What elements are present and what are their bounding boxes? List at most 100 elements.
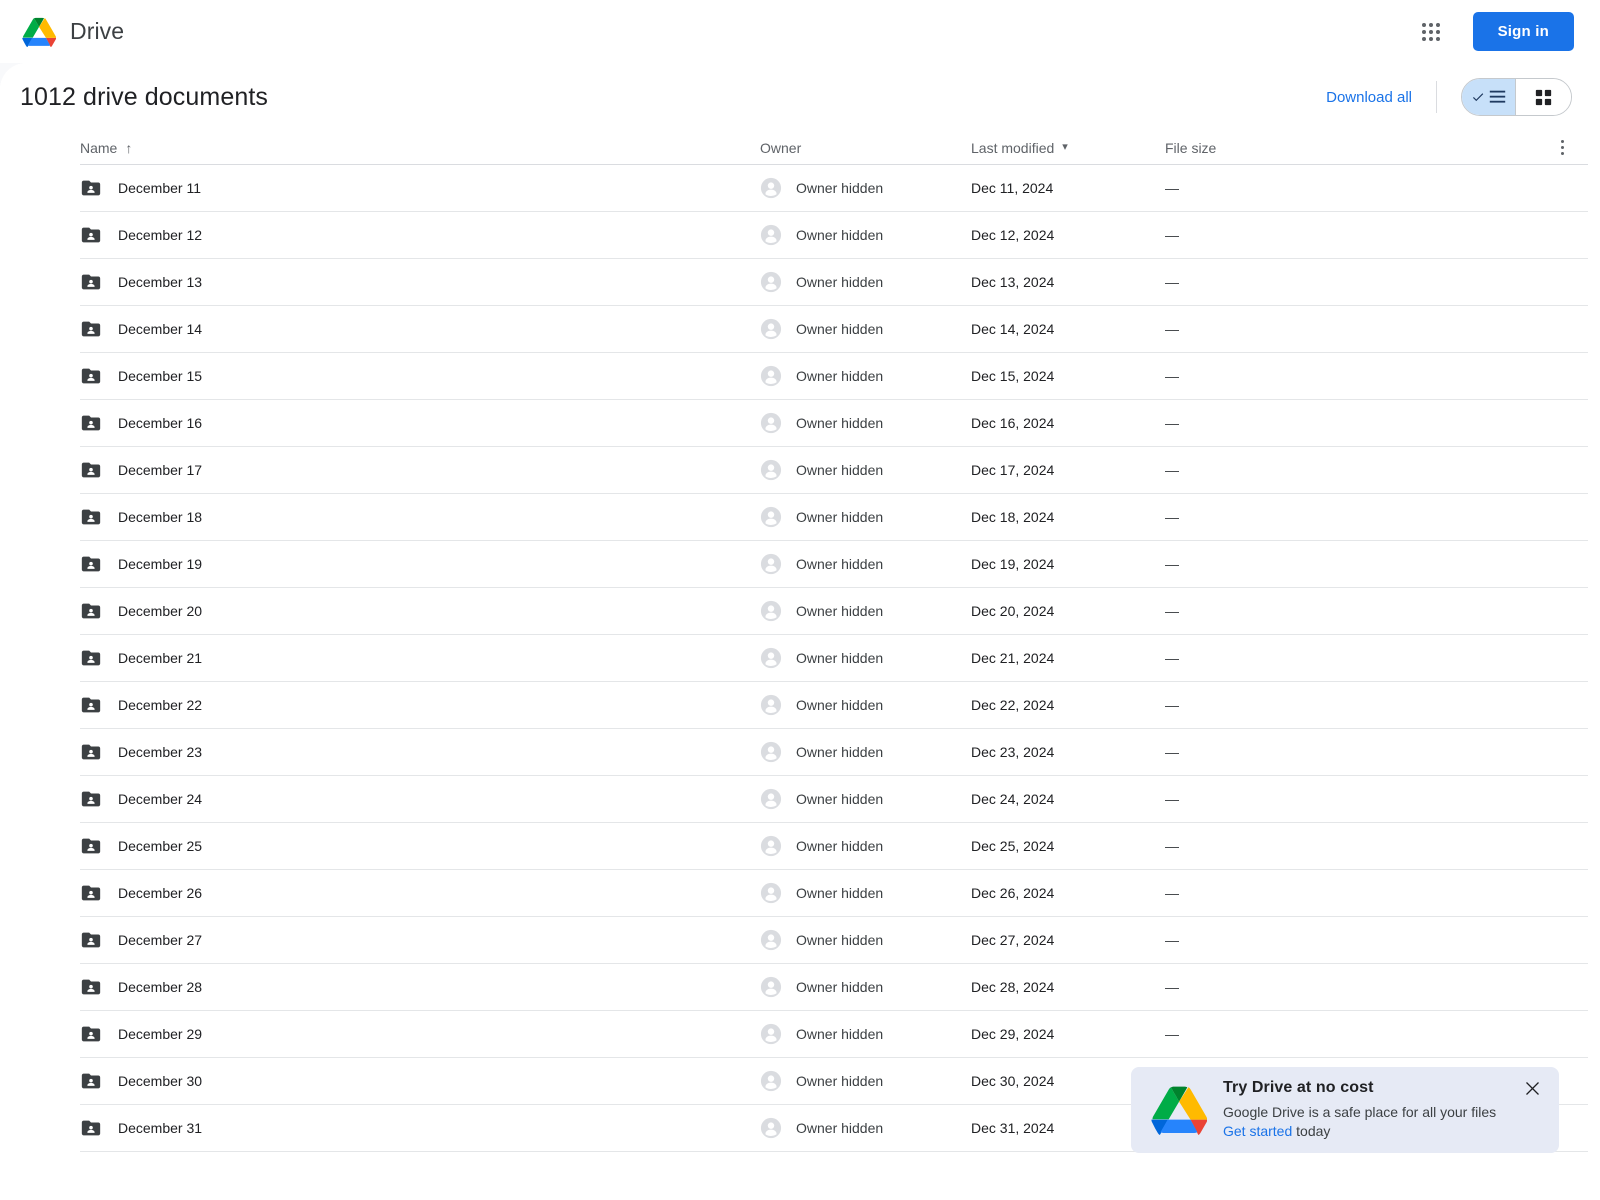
promo-toast-text: Google Drive is a safe place for all you… bbox=[1223, 1103, 1545, 1141]
file-name: December 18 bbox=[118, 509, 203, 525]
column-header-file-size[interactable]: File size bbox=[1165, 140, 1465, 156]
cell-file-size: — bbox=[1165, 321, 1465, 337]
cell-last-modified: Dec 11, 2024 bbox=[971, 180, 1165, 196]
owner-name: Owner hidden bbox=[796, 838, 884, 854]
file-name: December 31 bbox=[118, 1120, 203, 1136]
cell-file-size: — bbox=[1165, 180, 1465, 196]
cell-owner: Owner hidden bbox=[760, 741, 971, 763]
grid-view-button[interactable] bbox=[1515, 79, 1571, 115]
cell-name: December 28 bbox=[80, 976, 760, 998]
download-all-link[interactable]: Download all bbox=[1326, 89, 1412, 106]
owner-name: Owner hidden bbox=[796, 180, 884, 196]
file-name: December 29 bbox=[118, 1026, 203, 1042]
cell-last-modified: Dec 13, 2024 bbox=[971, 274, 1165, 290]
shared-folder-icon bbox=[81, 744, 101, 760]
owner-name: Owner hidden bbox=[796, 932, 884, 948]
cell-file-size: — bbox=[1165, 885, 1465, 901]
sign-in-button[interactable]: Sign in bbox=[1472, 12, 1574, 51]
apps-grid-icon[interactable] bbox=[1411, 12, 1451, 52]
table-row[interactable]: December 16 Owner hidden Dec 16, 2024 — bbox=[80, 400, 1588, 447]
owner-name: Owner hidden bbox=[796, 1120, 884, 1136]
page-title: 1012 drive documents bbox=[20, 82, 268, 111]
list-view-button[interactable] bbox=[1462, 79, 1515, 115]
table-row[interactable]: December 25 Owner hidden Dec 25, 2024 — bbox=[80, 823, 1588, 870]
table-row[interactable]: December 19 Owner hidden Dec 19, 2024 — bbox=[80, 541, 1588, 588]
table-row[interactable]: December 29 Owner hidden Dec 29, 2024 — bbox=[80, 1011, 1588, 1058]
last-modified-value: Dec 11, 2024 bbox=[971, 180, 1054, 196]
column-header-name[interactable]: Name ↑ bbox=[80, 140, 760, 156]
shared-folder-icon bbox=[81, 603, 101, 619]
close-icon[interactable] bbox=[1519, 1075, 1545, 1101]
last-modified-value: Dec 30, 2024 bbox=[971, 1073, 1055, 1089]
table-row[interactable]: December 23 Owner hidden Dec 23, 2024 — bbox=[80, 729, 1588, 776]
last-modified-value: Dec 12, 2024 bbox=[971, 227, 1055, 243]
cell-owner: Owner hidden bbox=[760, 318, 971, 340]
cell-last-modified: Dec 24, 2024 bbox=[971, 791, 1165, 807]
shared-folder-icon bbox=[81, 697, 101, 713]
cell-owner: Owner hidden bbox=[760, 553, 971, 575]
file-name: December 14 bbox=[118, 321, 203, 337]
cell-last-modified: Dec 20, 2024 bbox=[971, 603, 1165, 619]
file-name: December 15 bbox=[118, 368, 203, 384]
file-size-value: — bbox=[1165, 932, 1179, 948]
cell-owner: Owner hidden bbox=[760, 224, 971, 246]
cell-file-size: — bbox=[1165, 791, 1465, 807]
file-size-value: — bbox=[1165, 509, 1179, 525]
table-row[interactable]: December 13 Owner hidden Dec 13, 2024 — bbox=[80, 259, 1588, 306]
column-header-owner[interactable]: Owner bbox=[760, 140, 971, 156]
file-size-value: — bbox=[1165, 838, 1179, 854]
file-size-value: — bbox=[1165, 180, 1179, 196]
table-row[interactable]: December 20 Owner hidden Dec 20, 2024 — bbox=[80, 588, 1588, 635]
table-row[interactable]: December 14 Owner hidden Dec 14, 2024 — bbox=[80, 306, 1588, 353]
brand[interactable]: Drive bbox=[22, 17, 124, 47]
owner-name: Owner hidden bbox=[796, 415, 884, 431]
cell-last-modified: Dec 19, 2024 bbox=[971, 556, 1165, 572]
last-modified-value: Dec 19, 2024 bbox=[971, 556, 1055, 572]
promo-toast-suffix: today bbox=[1292, 1123, 1331, 1139]
get-started-link[interactable]: Get started bbox=[1223, 1123, 1292, 1139]
file-name: December 30 bbox=[118, 1073, 203, 1089]
file-name: December 19 bbox=[118, 556, 203, 572]
shared-folder-icon bbox=[81, 321, 101, 337]
avatar bbox=[760, 647, 782, 669]
table-row[interactable]: December 17 Owner hidden Dec 17, 2024 — bbox=[80, 447, 1588, 494]
table-row[interactable]: December 18 Owner hidden Dec 18, 2024 — bbox=[80, 494, 1588, 541]
cell-file-size: — bbox=[1165, 932, 1465, 948]
avatar bbox=[760, 741, 782, 763]
table-row[interactable]: December 21 Owner hidden Dec 21, 2024 — bbox=[80, 635, 1588, 682]
table-row[interactable]: December 12 Owner hidden Dec 12, 2024 — bbox=[80, 212, 1588, 259]
cell-file-size: — bbox=[1165, 1026, 1465, 1042]
column-header-last-modified[interactable]: Last modified ▾ bbox=[971, 140, 1165, 156]
cell-name: December 23 bbox=[80, 741, 760, 763]
cell-owner: Owner hidden bbox=[760, 365, 971, 387]
view-toggle-group bbox=[1461, 78, 1572, 116]
cell-name: December 26 bbox=[80, 882, 760, 904]
last-modified-value: Dec 20, 2024 bbox=[971, 603, 1055, 619]
shared-folder-icon bbox=[81, 932, 101, 948]
file-name: December 26 bbox=[118, 885, 203, 901]
cell-name: December 24 bbox=[80, 788, 760, 810]
file-size-value: — bbox=[1165, 697, 1179, 713]
file-size-value: — bbox=[1165, 227, 1179, 243]
shared-folder-icon bbox=[81, 509, 101, 525]
table-row[interactable]: December 26 Owner hidden Dec 26, 2024 — bbox=[80, 870, 1588, 917]
shared-folder-icon bbox=[81, 1026, 101, 1042]
table-row[interactable]: December 11 Owner hidden Dec 11, 2024 — bbox=[80, 165, 1588, 212]
last-modified-value: Dec 26, 2024 bbox=[971, 885, 1055, 901]
table-row[interactable]: December 22 Owner hidden Dec 22, 2024 — bbox=[80, 682, 1588, 729]
file-name: December 20 bbox=[118, 603, 203, 619]
table-row[interactable]: December 15 Owner hidden Dec 15, 2024 — bbox=[80, 353, 1588, 400]
avatar bbox=[760, 224, 782, 246]
cell-last-modified: Dec 18, 2024 bbox=[971, 509, 1165, 525]
table-row[interactable]: December 27 Owner hidden Dec 27, 2024 — bbox=[80, 917, 1588, 964]
cell-file-size: — bbox=[1165, 650, 1465, 666]
avatar bbox=[760, 412, 782, 434]
owner-name: Owner hidden bbox=[796, 744, 884, 760]
table-row[interactable]: December 24 Owner hidden Dec 24, 2024 — bbox=[80, 776, 1588, 823]
table-row[interactable]: December 28 Owner hidden Dec 28, 2024 — bbox=[80, 964, 1588, 1011]
promo-toast-body: Try Drive at no cost Google Drive is a s… bbox=[1223, 1079, 1545, 1141]
cell-owner: Owner hidden bbox=[760, 459, 971, 481]
cell-last-modified: Dec 28, 2024 bbox=[971, 979, 1165, 995]
cell-owner: Owner hidden bbox=[760, 271, 971, 293]
more-vertical-icon[interactable] bbox=[1546, 132, 1578, 164]
